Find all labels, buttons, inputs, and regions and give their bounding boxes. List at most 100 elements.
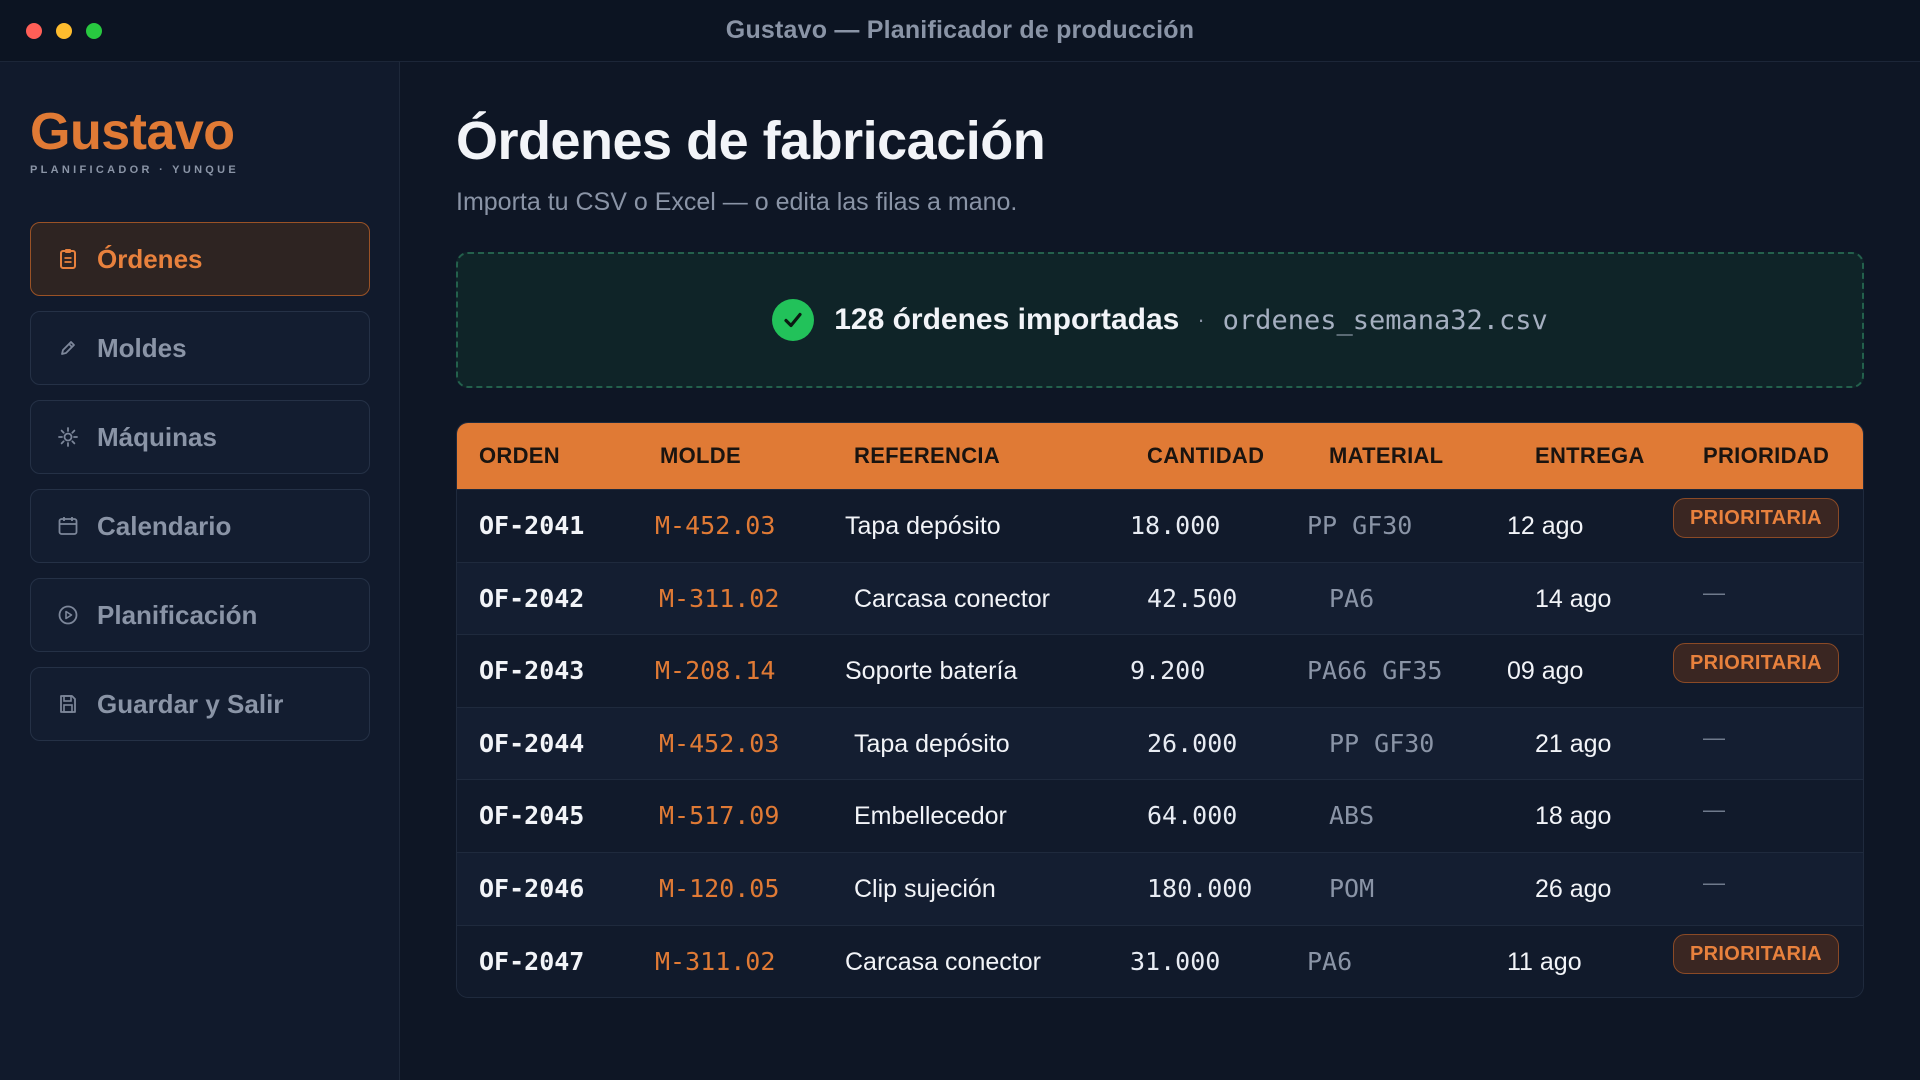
cell-referencia[interactable]: Carcasa conector [854,563,1050,635]
priority-empty: — [1703,579,1725,605]
cell-referencia[interactable]: Tapa depósito [845,490,1001,562]
cell-entrega[interactable]: 09 ago [1507,635,1583,707]
check-icon [772,299,815,341]
column-header-molde[interactable]: MOLDE [660,423,741,489]
column-header-entrega[interactable]: ENTREGA [1535,423,1645,489]
minimize-window-button[interactable] [56,23,72,39]
cell-referencia[interactable]: Tapa depósito [854,708,1010,780]
cell-referencia[interactable]: Clip sujeción [854,853,996,925]
cell-material[interactable]: PP GF30 [1307,490,1412,562]
sidebar-item-moldes[interactable]: Moldes [30,311,370,385]
cell-entrega[interactable]: 12 ago [1507,490,1583,562]
cell-cantidad[interactable]: 9.200 [1130,635,1205,707]
sidebar-item-guardar-salir[interactable]: Guardar y Salir [30,667,370,741]
cell-material[interactable]: PA6 [1329,563,1374,635]
cell-material[interactable]: POM [1329,853,1374,925]
table-header: ORDEN MOLDE REFERENCIA CANTIDAD MATERIAL… [457,423,1863,489]
cell-entrega[interactable]: 21 ago [1535,708,1611,780]
table-row[interactable]: OF-2042 M-311.02 Carcasa conector 42.500… [457,561,1863,635]
priority-badge: PRIORITARIA [1673,643,1839,684]
table-row[interactable]: OF-2046 M-120.05 Clip sujeción 180.000 P… [457,851,1863,925]
sidebar-item-planificacion[interactable]: Planificación [30,578,370,652]
save-icon [57,693,79,715]
cell-molde[interactable]: M-120.05 [659,853,779,925]
cell-orden[interactable]: OF-2044 [479,708,584,780]
sidebar-nav: Órdenes Moldes Máquinas Calendario Plani… [30,222,370,756]
orders-table: ORDEN MOLDE REFERENCIA CANTIDAD MATERIAL… [456,422,1864,999]
cell-orden[interactable]: OF-2046 [479,853,584,925]
column-header-cantidad[interactable]: CANTIDAD [1147,423,1264,489]
window-controls [26,23,102,39]
table-row[interactable]: OF-2041 M-452.03 Tapa depósito 18.000 PP… [457,489,1863,562]
priority-badge: PRIORITARIA [1673,933,1839,974]
table-row[interactable]: OF-2047 M-311.02 Carcasa conector 31.000… [457,924,1863,998]
sidebar-item-calendario[interactable]: Calendario [30,489,370,563]
brand-tagline: PLANIFICADOR · YUNQUE [30,164,240,176]
cell-molde[interactable]: M-517.09 [659,780,779,852]
table-row[interactable]: OF-2043 M-208.14 Soporte batería 9.200 P… [457,634,1863,707]
cell-cantidad[interactable]: 18.000 [1130,490,1220,562]
column-header-orden[interactable]: ORDEN [479,423,560,489]
import-separator: · [1197,307,1205,332]
cell-orden[interactable]: OF-2047 [479,926,584,998]
clipboard-icon [57,248,79,270]
cell-material[interactable]: PP GF30 [1329,708,1434,780]
priority-empty: — [1703,869,1725,895]
calendar-icon [57,515,79,537]
cell-molde[interactable]: M-311.02 [655,926,775,998]
sidebar-item-ordenes[interactable]: Órdenes [30,222,370,296]
priority-empty: — [1703,797,1725,823]
cell-molde[interactable]: M-452.03 [655,490,775,562]
play-circle-icon [57,604,79,626]
cell-cantidad[interactable]: 26.000 [1147,708,1237,780]
sidebar-item-label: Moldes [97,332,187,363]
cell-molde[interactable]: M-452.03 [659,708,779,780]
sidebar-item-label: Órdenes [97,243,203,274]
cell-entrega[interactable]: 11 ago [1507,926,1582,998]
sidebar-item-label: Planificación [97,599,258,630]
sidebar-item-label: Calendario [97,510,232,541]
table-row[interactable]: OF-2044 M-452.03 Tapa depósito 26.000 PP… [457,706,1863,780]
cell-material[interactable]: PA66 GF35 [1307,635,1442,707]
cell-entrega[interactable]: 14 ago [1535,563,1611,635]
cell-referencia[interactable]: Soporte batería [845,635,1017,707]
brand-name: Gustavo [30,103,235,161]
gear-icon [57,426,79,448]
close-window-button[interactable] [26,23,42,39]
cell-cantidad[interactable]: 42.500 [1147,563,1237,635]
cell-cantidad[interactable]: 64.000 [1147,780,1237,852]
cell-orden[interactable]: OF-2042 [479,563,584,635]
column-header-referencia[interactable]: REFERENCIA [854,423,1000,489]
cell-orden[interactable]: OF-2041 [479,490,584,562]
cell-entrega[interactable]: 18 ago [1535,780,1611,852]
cell-referencia[interactable]: Embellecedor [854,780,1007,852]
cell-molde[interactable]: M-311.02 [659,563,779,635]
cell-molde[interactable]: M-208.14 [655,635,775,707]
cell-orden[interactable]: OF-2045 [479,780,584,852]
cell-entrega[interactable]: 26 ago [1535,853,1611,925]
cell-cantidad[interactable]: 31.000 [1130,926,1220,998]
table-row[interactable]: OF-2045 M-517.09 Embellecedor 64.000 ABS… [457,779,1863,852]
cell-orden[interactable]: OF-2043 [479,635,584,707]
column-header-material[interactable]: MATERIAL [1329,423,1443,489]
cell-material[interactable]: ABS [1329,780,1374,852]
priority-badge: PRIORITARIA [1673,498,1839,538]
sidebar: Gustavo PLANIFICADOR · YUNQUE Órdenes Mo… [0,62,400,1080]
column-header-prioridad[interactable]: PRIORIDAD [1703,423,1829,489]
cell-material[interactable]: PA6 [1307,926,1352,998]
page-subtitle: Importa tu CSV o Excel — o edita las fil… [456,188,1018,216]
sidebar-item-label: Guardar y Salir [97,688,284,719]
import-count: 128 órdenes importadas [834,303,1180,336]
cell-cantidad[interactable]: 180.000 [1147,853,1252,925]
sidebar-item-label: Máquinas [97,421,217,452]
sidebar-item-maquinas[interactable]: Máquinas [30,400,370,474]
title-bar: Gustavo — Planificador de producción [0,0,1920,62]
priority-empty: — [1703,724,1725,750]
import-filename: ordenes_semana32.csv [1222,304,1548,336]
page-title: Órdenes de fabricación [456,111,1046,171]
zoom-window-button[interactable] [86,23,102,39]
import-dropzone[interactable]: 128 órdenes importadas · ordenes_semana3… [456,252,1864,388]
window-title: Gustavo — Planificador de producción [725,16,1195,44]
cell-referencia[interactable]: Carcasa conector [845,926,1041,998]
brand-logo: Gustavo PLANIFICADOR · YUNQUE [30,102,239,176]
